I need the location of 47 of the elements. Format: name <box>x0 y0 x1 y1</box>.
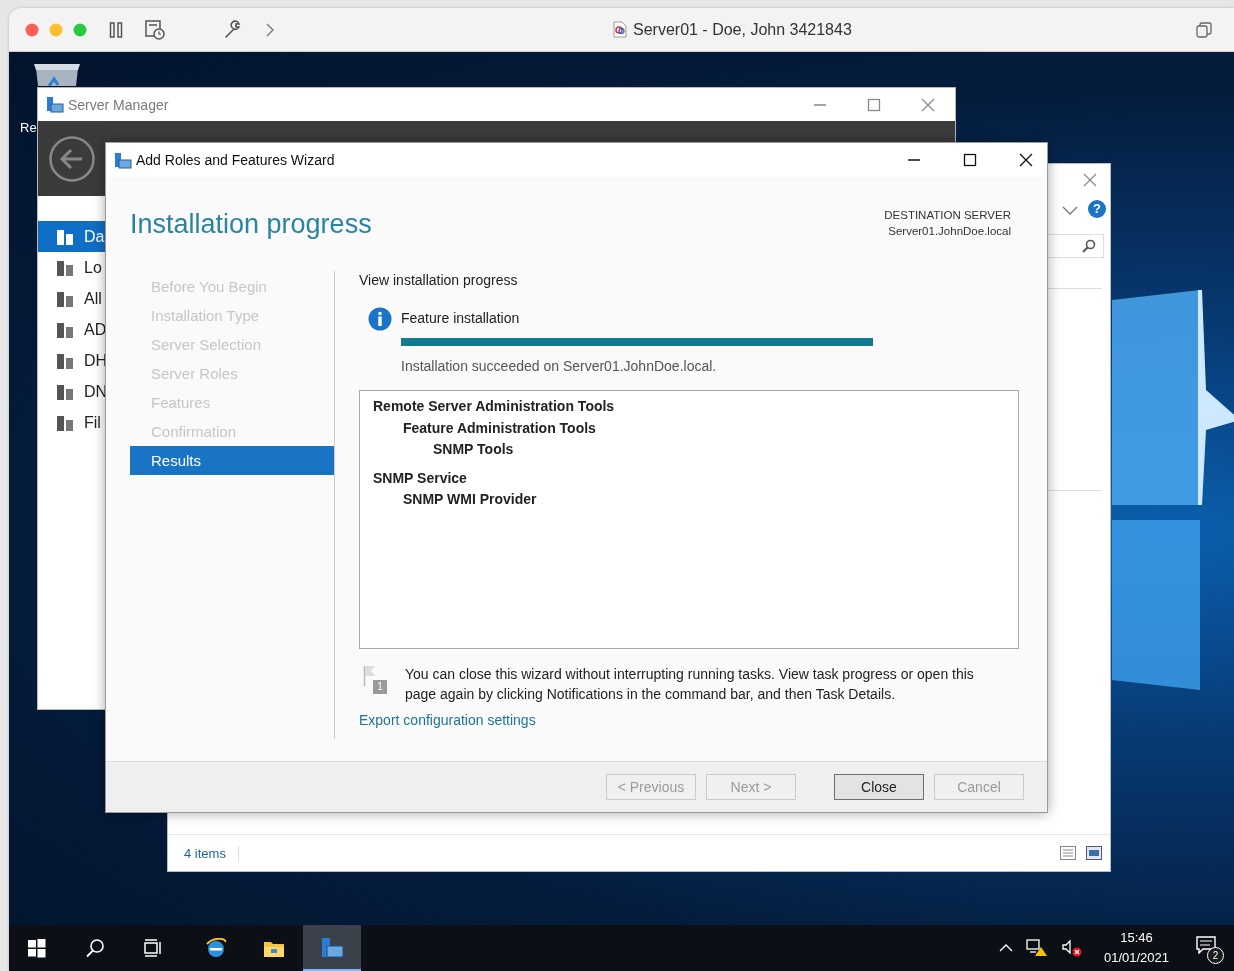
window-title: Add Roles and Features Wizard <box>136 152 335 168</box>
info-icon <box>368 307 392 331</box>
window-title: Server Manager <box>68 96 169 113</box>
result-message: Installation succeeded on Server01.JohnDoe.local. <box>401 358 718 374</box>
document-icon <box>613 21 627 38</box>
wizard-button[interactable]: Close <box>834 774 924 800</box>
close-button[interactable] <box>25 22 39 37</box>
wrench-icon[interactable] <box>223 19 243 40</box>
export-settings-link[interactable]: Export configuration settings <box>359 712 536 728</box>
info-text: You can close this wizard without interrupting running tasks. View task progress or open this page again by clicking Notifications in the command bar, and then Task Details. <box>405 665 975 704</box>
result-item: SNMP Service <box>373 468 468 488</box>
search-icon <box>1082 239 1096 253</box>
restore-window-icon[interactable] <box>1196 21 1212 38</box>
section-title: View installation progress <box>359 272 519 288</box>
network-warning-icon[interactable] <box>1025 939 1048 957</box>
result-item: Feature Administration Tools <box>403 418 597 438</box>
tiles-view-icon[interactable] <box>1086 846 1102 860</box>
close-icon[interactable] <box>1019 153 1033 167</box>
notification-badge: 1 <box>373 680 387 694</box>
details-view-icon[interactable] <box>1060 846 1076 860</box>
help-button[interactable]: ? <box>1088 200 1106 218</box>
destination-server: Server01.JohnDoe.local <box>887 224 1011 239</box>
item-count: 4 items <box>184 845 239 861</box>
result-item: SNMP Tools <box>433 440 515 459</box>
maximize-icon[interactable] <box>963 153 977 167</box>
windows-logo-icon <box>27 937 49 959</box>
search-icon <box>85 937 107 959</box>
wizard-step[interactable]: Results <box>130 446 334 475</box>
result-item: Remote Server Administration Tools <box>373 397 616 416</box>
chevron-up-icon[interactable] <box>998 944 1013 952</box>
snapshot-icon[interactable] <box>145 19 165 40</box>
destination-label: DESTINATION SERVER <box>884 208 1011 223</box>
sidebar-item[interactable]: Lo <box>38 252 158 283</box>
browser-icon <box>205 937 227 959</box>
pause-icon[interactable] <box>109 21 123 38</box>
chevron-down-icon[interactable] <box>1062 206 1078 216</box>
clock[interactable]: 15:46 01/01/2021 <box>1103 928 1169 968</box>
server-manager-icon <box>46 96 64 113</box>
window-title: Server01 - Doe, John 3421843 <box>633 20 852 39</box>
task-label: Feature installation <box>401 309 521 328</box>
chevron-right-icon[interactable] <box>265 21 275 38</box>
server-manager-icon <box>321 936 343 958</box>
server-manager-icon <box>114 151 132 169</box>
result-item: SNMP WMI Provider <box>403 490 538 509</box>
flag-icon <box>363 665 377 687</box>
volume-muted-icon[interactable] <box>1060 939 1083 957</box>
desktop-icon-label[interactable]: Re <box>20 120 37 135</box>
